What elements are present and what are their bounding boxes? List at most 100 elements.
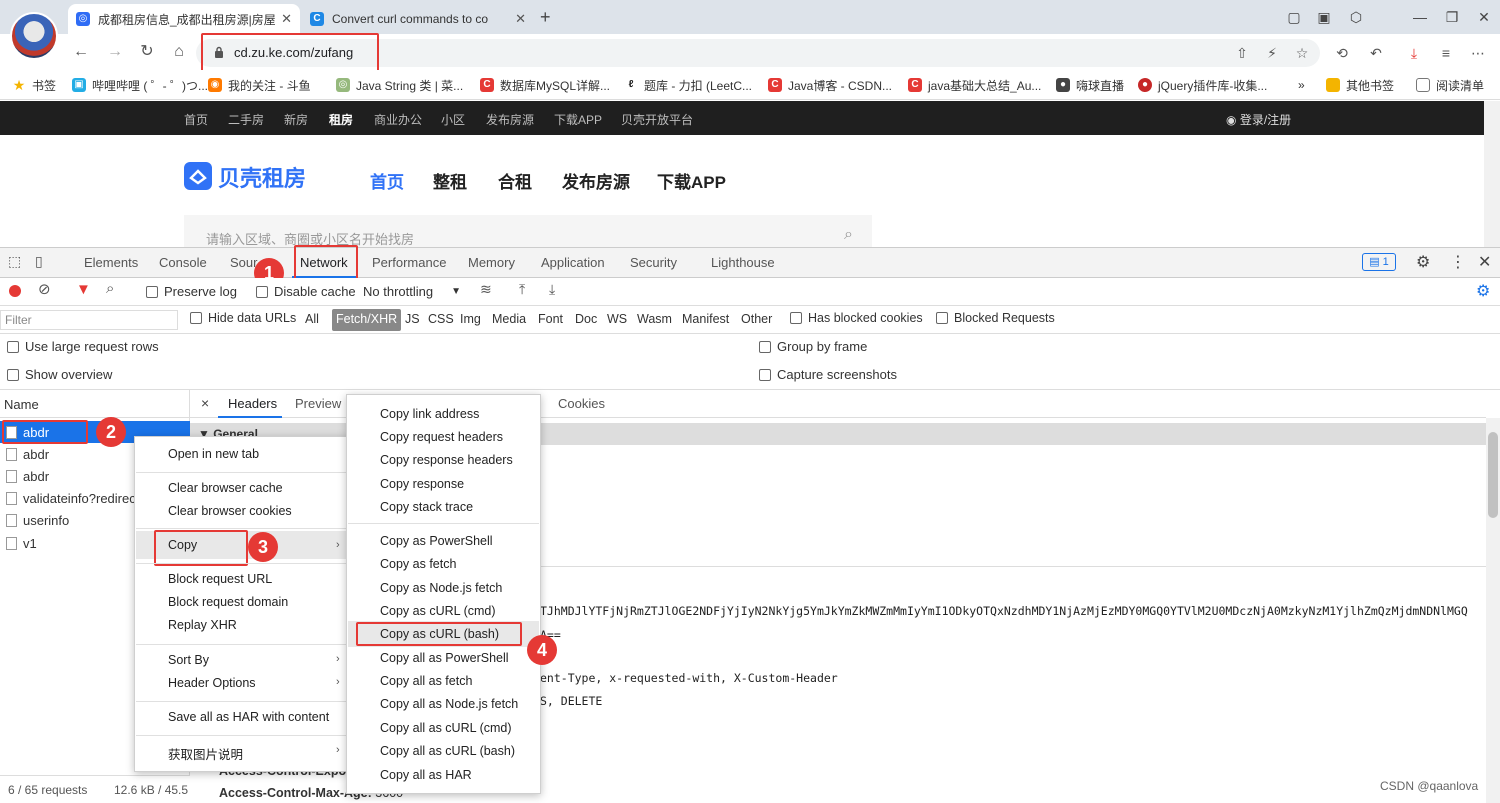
bookmark-item[interactable]: ◉ 我的关注 - 斗鱼: [208, 76, 311, 94]
tab-lighthouse[interactable]: Lighthouse: [711, 255, 775, 270]
tab-application[interactable]: Application: [541, 255, 605, 270]
menu-save-har[interactable]: Save all as HAR with content: [168, 710, 329, 724]
menu-replay-xhr[interactable]: Replay XHR: [168, 618, 237, 632]
star-icon[interactable]: ☆: [1292, 43, 1312, 63]
menu-open-new-tab[interactable]: Open in new tab: [168, 447, 259, 461]
filter-js[interactable]: JS: [405, 312, 420, 326]
main-nav-publish[interactable]: 发布房源: [562, 168, 630, 193]
tab-security[interactable]: Security: [630, 255, 677, 270]
site-nav-commercial[interactable]: 商业办公: [374, 111, 422, 128]
group-by-frame-checkbox[interactable]: Group by frame: [759, 339, 867, 354]
share-icon[interactable]: ⇧: [1232, 43, 1252, 63]
copy-as-curl-cmd[interactable]: Copy as cURL (cmd): [380, 604, 496, 618]
copy-as-nodejs-fetch[interactable]: Copy as Node.js fetch: [380, 581, 502, 595]
copy-all-as-curl-cmd[interactable]: Copy all as cURL (cmd): [380, 721, 512, 735]
network-conditions-icon[interactable]: ≋: [480, 281, 492, 298]
filter-img[interactable]: Img: [460, 312, 481, 326]
show-overview-checkbox[interactable]: Show overview: [7, 367, 112, 382]
filter-funnel-icon[interactable]: ▼: [76, 281, 91, 298]
copy-all-as-fetch[interactable]: Copy all as fetch: [380, 674, 472, 688]
copy-all-as-har[interactable]: Copy all as HAR: [380, 768, 472, 782]
reload-icon[interactable]: ↻: [136, 41, 158, 63]
tab-preview[interactable]: Preview: [295, 396, 341, 411]
download-icon[interactable]: ⤓: [1404, 43, 1424, 63]
filter-other[interactable]: Other: [741, 312, 772, 326]
close-tab-icon[interactable]: ✕: [281, 11, 292, 27]
copy-link-address[interactable]: Copy link address: [380, 407, 479, 421]
site-nav-app[interactable]: 下载APP: [554, 111, 602, 128]
detail-scrollbar-thumb[interactable]: [1488, 432, 1498, 518]
filter-ws[interactable]: WS: [607, 312, 627, 326]
filter-doc[interactable]: Doc: [575, 312, 597, 326]
throttling-select[interactable]: No throttling ▼: [363, 284, 461, 299]
site-nav-new[interactable]: 新房: [284, 111, 308, 128]
more-menu-icon[interactable]: ⋯: [1468, 43, 1488, 63]
other-bookmarks[interactable]: 其他书签: [1326, 76, 1394, 94]
bookmark-item[interactable]: C java基础大总结_Au...: [908, 76, 1041, 94]
bookmark-item[interactable]: ● jQuery插件库-收集...: [1138, 76, 1267, 94]
tab-performance[interactable]: Performance: [372, 255, 446, 270]
copy-request-headers[interactable]: Copy request headers: [380, 430, 503, 444]
close-tab-icon[interactable]: ✕: [515, 11, 526, 27]
tab-memory[interactable]: Memory: [468, 255, 515, 270]
search-icon[interactable]: ⌕: [106, 280, 114, 297]
menu-clear-cookies[interactable]: Clear browser cookies: [168, 504, 292, 518]
filter-all[interactable]: All: [305, 312, 319, 326]
page-scrollbar[interactable]: [1484, 101, 1500, 247]
bookmark-item[interactable]: C 数据库MySQL详解...: [480, 76, 610, 94]
issues-badge[interactable]: ▤ 1: [1362, 253, 1396, 271]
menu-sort-by[interactable]: Sort By: [168, 653, 209, 667]
new-tab-button[interactable]: +: [540, 7, 551, 28]
copy-response-headers[interactable]: Copy response headers: [380, 453, 513, 467]
export-har-icon[interactable]: ⤓: [549, 281, 555, 298]
copy-as-fetch[interactable]: Copy as fetch: [380, 557, 456, 571]
filter-manifest[interactable]: Manifest: [682, 312, 729, 326]
login-link[interactable]: ◉ 登录/注册: [1226, 111, 1291, 128]
lightning-icon[interactable]: ⚡: [1262, 43, 1282, 63]
bookmark-item[interactable]: ◎ Java String 类 | 菜...: [336, 76, 463, 94]
network-settings-icon[interactable]: ⚙: [1476, 281, 1490, 301]
tab-console[interactable]: Console: [159, 255, 207, 270]
tab-cookies[interactable]: Cookies: [558, 396, 605, 411]
devtools-more-icon[interactable]: ⋮: [1450, 252, 1466, 272]
filter-fetch-xhr[interactable]: Fetch/XHR: [332, 309, 402, 331]
site-nav-home[interactable]: 首页: [184, 111, 208, 128]
close-devtools-icon[interactable]: ✕: [1478, 252, 1491, 272]
device-toolbar-icon[interactable]: ▯: [35, 253, 43, 270]
filter-css[interactable]: CSS: [428, 312, 454, 326]
copy-all-as-powershell[interactable]: Copy all as PowerShell: [380, 651, 509, 665]
extensions-icon[interactable]: ⟲: [1332, 43, 1352, 63]
copy-stack-trace[interactable]: Copy stack trace: [380, 500, 473, 514]
filter-font[interactable]: Font: [538, 312, 563, 326]
menu-image-caption[interactable]: 获取图片说明: [168, 744, 243, 763]
copy-all-as-curl-bash[interactable]: Copy all as cURL (bash): [380, 744, 515, 758]
back-icon[interactable]: ←: [70, 41, 92, 63]
import-har-icon[interactable]: ⤒: [519, 281, 525, 298]
main-nav-home[interactable]: 首页: [370, 168, 404, 193]
inspect-element-icon[interactable]: ⬚: [8, 253, 21, 270]
minimize-icon[interactable]: —: [1408, 6, 1432, 28]
menu-header-options[interactable]: Header Options: [168, 676, 256, 690]
menu-clear-cache[interactable]: Clear browser cache: [168, 481, 283, 495]
hide-data-urls-checkbox[interactable]: Hide data URLs: [190, 311, 296, 325]
forward-icon[interactable]: →: [104, 41, 126, 63]
site-nav-rent[interactable]: 租房: [329, 111, 353, 128]
filter-input[interactable]: Filter: [0, 310, 178, 330]
search-icon[interactable]: ⌕: [844, 226, 853, 244]
bookmark-item[interactable]: ★ 书签: [12, 76, 56, 94]
undo-icon[interactable]: ↶: [1366, 43, 1386, 63]
tab-elements[interactable]: Elements: [84, 255, 138, 270]
column-name-header[interactable]: Name: [4, 397, 39, 412]
bookmark-item[interactable]: ● 嗨球直播: [1056, 76, 1124, 94]
browser-tab-active[interactable]: ◎ 成都租房信息_成都出租房源|房屋 ✕: [68, 4, 300, 34]
extensions-shield-icon[interactable]: ⬡: [1344, 6, 1368, 28]
reading-list[interactable]: 阅读清单: [1416, 76, 1484, 94]
menu-block-url[interactable]: Block request URL: [168, 572, 272, 586]
bookmark-item[interactable]: C Java博客 - CSDN...: [768, 76, 892, 94]
large-rows-checkbox[interactable]: Use large request rows: [7, 339, 159, 354]
filter-media[interactable]: Media: [492, 312, 526, 326]
tab-sources[interactable]: Sour: [230, 255, 257, 270]
workspaces-icon[interactable]: ▣: [1312, 6, 1336, 28]
site-nav-open-platform[interactable]: 贝壳开放平台: [621, 111, 693, 128]
preserve-log-checkbox[interactable]: Preserve log: [146, 284, 237, 299]
